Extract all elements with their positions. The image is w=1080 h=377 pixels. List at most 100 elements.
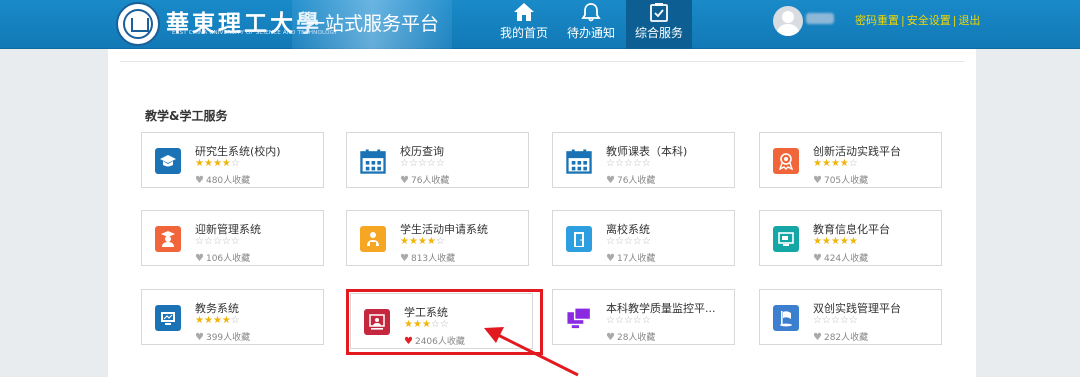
- heart-icon: ♥: [195, 175, 204, 186]
- star-filled-icon: ★: [813, 236, 822, 247]
- favorite-count[interactable]: ♥ 106人收藏: [195, 251, 250, 264]
- app-card-freshman-system[interactable]: 迎新管理系统 ☆☆☆☆☆ ♥ 106人收藏: [141, 210, 324, 266]
- star-empty-icon: ☆: [435, 158, 445, 169]
- rating-stars: ☆☆☆☆☆: [813, 315, 858, 326]
- app-name: 研究生系统(校内): [195, 145, 281, 158]
- star-empty-icon: ☆: [641, 315, 651, 326]
- favorite-count[interactable]: ♥ 17人收藏: [606, 251, 655, 264]
- app-name: 离校系统: [606, 223, 650, 236]
- star-filled-icon: ★: [212, 315, 222, 326]
- app-card-entrepreneurship[interactable]: 双创实践管理平台 ☆☆☆☆☆ ♥ 282人收藏: [759, 289, 942, 345]
- star-empty-icon: ☆: [426, 158, 436, 169]
- star-empty-icon: ☆: [614, 236, 624, 247]
- app-card-innovation-platform[interactable]: 创新活动实践平台 ★★★★☆ ♥ 705人收藏: [759, 132, 942, 188]
- reset-password-link[interactable]: 密码重置: [855, 14, 899, 27]
- calendar-icon: [566, 148, 592, 174]
- favorite-count[interactable]: ♥ 76人收藏: [400, 173, 449, 186]
- app-card-education-it-platform[interactable]: 教育信息化平台 ★★★★★ ♥ 424人收藏: [759, 210, 942, 266]
- star-empty-icon: ☆: [848, 315, 858, 326]
- favorite-count[interactable]: ♥ 424人收藏: [813, 251, 868, 264]
- nav-home[interactable]: 我的首页: [491, 0, 557, 49]
- star-empty-icon: ☆: [203, 236, 213, 247]
- star-empty-icon: ☆: [606, 158, 615, 169]
- nav-notifications[interactable]: 待办通知: [558, 0, 624, 49]
- star-filled-icon: ★: [830, 158, 840, 169]
- favorite-count[interactable]: ♥ 813人收藏: [400, 251, 455, 264]
- nav-services-label: 综合服务: [634, 26, 683, 40]
- star-empty-icon: ☆: [212, 236, 222, 247]
- star-filled-icon: ★: [195, 158, 204, 169]
- door-icon: [566, 226, 592, 252]
- username-redacted: [806, 13, 834, 24]
- app-card-teacher-schedule[interactable]: 教师课表（本科) ☆☆☆☆☆ ♥ 76人收藏: [552, 132, 735, 188]
- rating-stars: ☆☆☆☆☆: [606, 315, 651, 326]
- app-name: 创新活动实践平台: [813, 145, 901, 158]
- top-bar: 華東理工大學 EAST CHINA UNIVERSITY OF SCIENCE …: [0, 0, 1080, 49]
- app-card-student-activity[interactable]: 学生活动申请系统 ★★★★☆ ♥ 813人收藏: [346, 210, 529, 266]
- heart-icon: ♥: [400, 175, 409, 186]
- star-empty-icon: ☆: [417, 158, 427, 169]
- favorite-count[interactable]: ♥ 705人收藏: [813, 173, 868, 186]
- calendar-icon: [360, 148, 386, 174]
- security-settings-link[interactable]: 安全设置: [907, 14, 951, 27]
- star-empty-icon: ☆: [848, 158, 858, 169]
- app-name: 本科教学质量监控平...: [606, 302, 716, 315]
- heart-icon: ♥: [606, 253, 615, 264]
- nav-services[interactable]: 综合服务: [626, 0, 692, 49]
- monitor-icon: [773, 226, 799, 252]
- rating-stars: ★★★★★: [813, 236, 858, 247]
- star-filled-icon: ★: [203, 158, 213, 169]
- rating-stars: ★★★★☆: [813, 158, 858, 169]
- heart-icon: ♥: [195, 253, 204, 264]
- star-empty-icon: ☆: [821, 315, 831, 326]
- home-icon: [514, 3, 534, 21]
- favorite-count[interactable]: ♥ 480人收藏: [195, 173, 250, 186]
- star-empty-icon: ☆: [614, 158, 624, 169]
- star-filled-icon: ★: [426, 236, 436, 247]
- star-filled-icon: ★: [212, 158, 222, 169]
- star-empty-icon: ☆: [435, 236, 445, 247]
- star-empty-icon: ☆: [230, 315, 240, 326]
- star-filled-icon: ★: [203, 315, 213, 326]
- star-empty-icon: ☆: [623, 158, 633, 169]
- nav-notifications-label: 待办通知: [566, 26, 615, 40]
- star-empty-icon: ☆: [230, 158, 240, 169]
- logout-link[interactable]: 退出: [958, 14, 980, 27]
- star-empty-icon: ☆: [839, 315, 849, 326]
- star-empty-icon: ☆: [230, 236, 240, 247]
- rating-stars: ☆☆☆☆☆: [606, 158, 651, 169]
- favorite-count[interactable]: ♥ 28人收藏: [606, 330, 655, 343]
- star-empty-icon: ☆: [830, 315, 840, 326]
- star-empty-icon: ☆: [641, 158, 651, 169]
- app-card-academic-affairs[interactable]: 教务系统 ★★★★☆ ♥ 399人收藏: [141, 289, 324, 345]
- heart-icon: ♥: [813, 332, 822, 343]
- bell-icon: [581, 3, 601, 22]
- star-empty-icon: ☆: [632, 315, 642, 326]
- rating-stars: ☆☆☆☆☆: [195, 236, 240, 247]
- star-filled-icon: ★: [195, 315, 204, 326]
- rating-stars: ★★★★☆: [400, 236, 445, 247]
- section-title: 教学&学工服务: [145, 109, 228, 123]
- star-empty-icon: ☆: [813, 315, 822, 326]
- heart-icon: ♥: [195, 332, 204, 343]
- rating-stars: ★★★★☆: [195, 158, 240, 169]
- app-name: 教务系统: [195, 302, 239, 315]
- app-name: 双创实践管理平台: [813, 302, 901, 315]
- app-card-school-calendar[interactable]: 校历查询 ☆☆☆☆☆ ♥ 76人收藏: [346, 132, 529, 188]
- graduation-cap-icon: [155, 148, 181, 174]
- star-empty-icon: ☆: [221, 236, 231, 247]
- heart-icon: ♥: [400, 253, 409, 264]
- favorite-count[interactable]: ♥ 399人收藏: [195, 330, 250, 343]
- favorite-count[interactable]: ♥ 76人收藏: [606, 173, 655, 186]
- app-card-graduate-system[interactable]: 研究生系统(校内) ★★★★☆ ♥ 480人收藏: [141, 132, 324, 188]
- app-name: 教师课表（本科): [606, 145, 688, 158]
- star-empty-icon: ☆: [632, 158, 642, 169]
- star-empty-icon: ☆: [606, 236, 615, 247]
- app-card-graduation-leave[interactable]: 离校系统 ☆☆☆☆☆ ♥ 17人收藏: [552, 210, 735, 266]
- presenter-icon: [360, 226, 386, 252]
- star-empty-icon: ☆: [641, 236, 651, 247]
- favorite-count[interactable]: ♥ 282人收藏: [813, 330, 868, 343]
- heart-icon: ♥: [813, 253, 822, 264]
- star-filled-icon: ★: [821, 158, 831, 169]
- avatar[interactable]: [773, 6, 803, 36]
